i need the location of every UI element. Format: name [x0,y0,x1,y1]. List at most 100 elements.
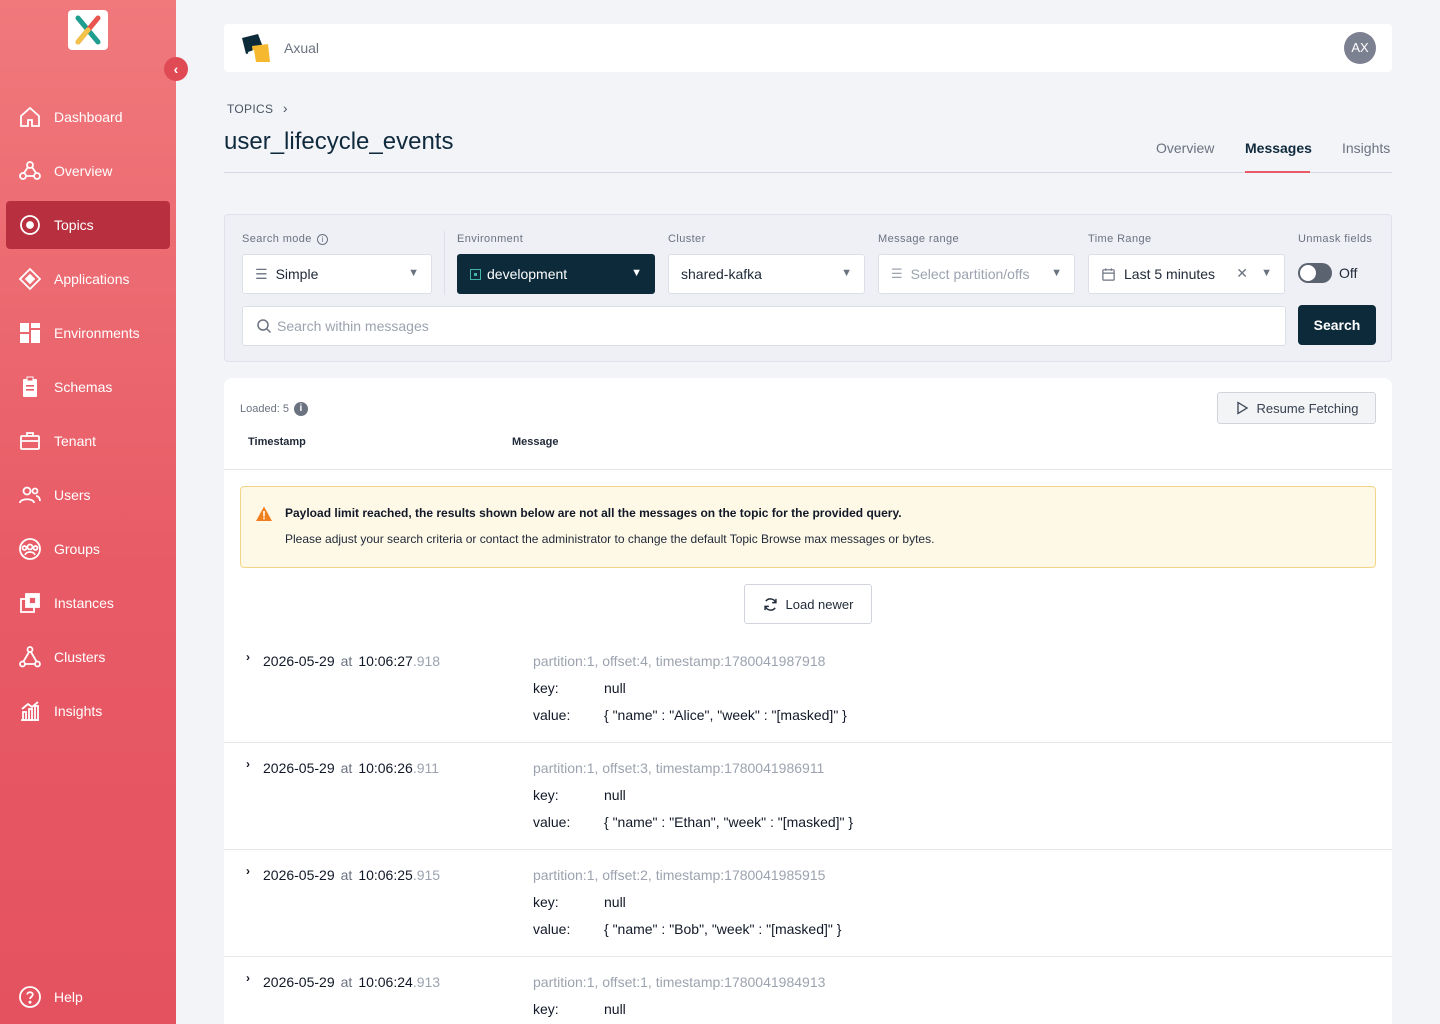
warning-text: Please adjust your search criteria or co… [285,532,935,546]
breadcrumb-topics[interactable]: TOPICS [227,102,273,116]
sidebar-item-groups[interactable]: Groups [6,525,170,573]
expand-chevron-icon[interactable]: › [246,650,250,664]
tab-overview[interactable]: Overview [1156,140,1214,156]
overview-icon [19,161,41,180]
key-value: null [604,680,626,696]
expand-chevron-icon[interactable]: › [246,757,250,771]
list-icon: ☰ [891,266,903,281]
sidebar-item-overview[interactable]: Overview [6,147,170,195]
cluster-label: Cluster [668,233,706,245]
tab-insights[interactable]: Insights [1342,140,1390,156]
active-tab-indicator [1245,171,1310,173]
sidebar-item-topics[interactable]: Topics [6,201,170,249]
column-header-timestamp: Timestamp [248,436,306,448]
play-icon [1236,401,1248,415]
sidebar-item-label: Schemas [54,379,113,395]
message-meta: partition:1, offset:2, timestamp:1780041… [533,867,826,883]
warning-icon [256,506,272,521]
sidebar-item-clusters[interactable]: Clusters [6,633,170,681]
home-icon [20,106,40,127]
time-range-select[interactable]: Last 5 minutes ✕ ▼ [1088,254,1285,294]
message-range-select[interactable]: ☰ Select partition/offs ▼ [878,254,1075,294]
info-icon: i [317,234,329,245]
topics-icon [20,215,40,235]
unmask-state: Off [1339,265,1358,281]
value-label: value: [533,921,571,937]
key-label: key: [533,787,559,803]
sidebar-item-insights[interactable]: Insights [6,687,170,735]
message-timestamp: 2026-05-29 at 10:06:24.913 [263,974,441,990]
sidebar-item-dashboard[interactable]: Dashboard [6,93,170,141]
insights-icon [21,701,39,721]
tenant-icon [20,432,40,450]
app-logo[interactable] [68,10,108,50]
chevron-down-icon: ▼ [631,267,642,279]
environments-icon [20,323,40,343]
sidebar-item-label: Insights [54,703,103,719]
environment-icon [470,268,481,280]
sliders-icon: ☰ [255,265,268,282]
sidebar-item-label: Instances [54,595,114,611]
message-meta: partition:1, offset:4, timestamp:1780041… [533,653,826,669]
avatar[interactable]: AX [1344,32,1376,64]
environment-select[interactable]: development ▼ [457,254,655,294]
divider [224,469,1392,470]
sidebar-item-help[interactable]: Help [6,973,170,1021]
message-row[interactable]: › 2026-05-29 at 10:06:25.915 partition:1, … [224,850,1392,957]
breadcrumb-chevron-icon: › [282,100,288,116]
column-header-message: Message [512,436,559,448]
message-timestamp: 2026-05-29 at 10:06:25.915 [263,867,441,883]
results-panel: Loaded: 5 i Resume Fetching Timestamp Me… [224,378,1392,1024]
divider [444,231,445,295]
warning-title: Payload limit reached, the results shown… [285,506,902,520]
sidebar-item-label: Help [54,989,83,1005]
message-row[interactable]: › 2026-05-29 at 10:06:26.911 partition:1, … [224,743,1392,850]
time-range-label: Time Range [1088,233,1152,245]
brand-name: Axual [284,40,320,56]
message-row[interactable]: › 2026-05-29 at 10:06:27.918 partition:1, … [224,636,1392,743]
search-button[interactable]: Search [1298,305,1376,345]
applications-icon [18,267,42,291]
page-title: user_lifecycle_events [224,128,454,155]
refresh-icon [763,597,777,611]
breadcrumb[interactable]: TOPICS › [227,100,288,116]
unmask-toggle[interactable] [1298,263,1332,283]
groups-icon [19,538,41,560]
message-timestamp: 2026-05-29 at 10:06:27.918 [263,653,441,669]
message-range-label: Message range [878,233,960,245]
search-input[interactable] [277,307,1267,345]
collapse-sidebar-button[interactable]: ‹ [164,57,188,81]
expand-chevron-icon[interactable]: › [246,864,250,878]
sidebar-item-schemas[interactable]: Schemas [6,363,170,411]
search-icon [257,319,272,334]
info-icon[interactable]: i [293,402,308,416]
search-mode-label: Search mode i [242,233,329,245]
load-newer-button[interactable]: Load newer [744,584,872,624]
message-value: { "name" : "Alice", "week" : "[masked]" … [604,707,847,723]
cluster-select[interactable]: shared-kafka ▼ [668,254,865,294]
message-row[interactable]: › 2026-05-29 at 10:06:24.913 partition:1, … [224,957,1392,1024]
sidebar-item-environments[interactable]: Environments [6,309,170,357]
sidebar-item-instances[interactable]: Instances [6,579,170,627]
resume-fetching-button[interactable]: Resume Fetching [1217,392,1376,424]
message-search-box[interactable] [242,306,1286,346]
clear-icon[interactable]: ✕ [1236,265,1248,282]
users-icon [19,486,41,504]
expand-chevron-icon[interactable]: › [246,971,250,985]
chevron-down-icon: ▼ [841,267,852,279]
brand-logo-icon [240,32,272,64]
key-label: key: [533,680,559,696]
instances-icon [20,593,40,613]
search-mode-select[interactable]: ☰ Simple ▼ [242,254,432,294]
sidebar-item-label: Tenant [54,433,97,449]
value-label: value: [533,707,571,723]
sidebar-item-tenant[interactable]: Tenant [6,417,170,465]
sidebar-item-users[interactable]: Users [6,471,170,519]
filter-panel: Search mode i ☰ Simple ▼ Environment dev… [224,214,1392,362]
tab-messages[interactable]: Messages [1245,140,1312,156]
loaded-count: Loaded: 5 i [240,402,308,416]
unmask-label: Unmask fields [1298,233,1373,245]
sidebar-item-applications[interactable]: Applications [6,255,170,303]
sidebar-item-label: Dashboard [54,109,123,125]
chevron-down-icon: ▼ [1261,267,1272,279]
